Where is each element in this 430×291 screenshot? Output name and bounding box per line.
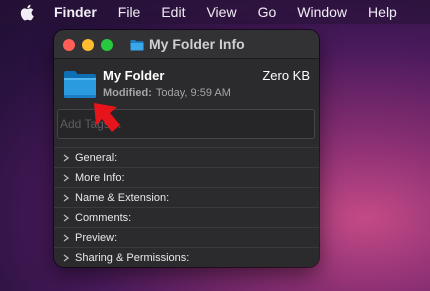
apple-menu-icon[interactable] (19, 3, 35, 21)
section-label: Preview: (75, 231, 118, 244)
disclosure-chevron-icon[interactable] (62, 193, 70, 202)
zoom-button[interactable] (101, 39, 113, 51)
menu-window[interactable]: Window (297, 4, 347, 20)
info-sections: General: More Info: Name & Extension: Co… (54, 147, 319, 267)
menu-file[interactable]: File (118, 4, 141, 20)
disclosure-chevron-icon[interactable] (62, 253, 70, 262)
disclosure-chevron-icon[interactable] (62, 153, 70, 162)
disclosure-chevron-icon[interactable] (62, 233, 70, 242)
section-more-info[interactable]: More Info: (54, 167, 319, 187)
section-label: Comments: (75, 211, 132, 224)
menu-finder[interactable]: Finder (54, 4, 97, 20)
modified-value: Today, 9:59 AM (155, 87, 231, 99)
section-label: More Info: (75, 171, 125, 184)
section-preview[interactable]: Preview: (54, 227, 319, 247)
menu-go[interactable]: Go (258, 4, 277, 20)
section-general[interactable]: General: (54, 147, 319, 167)
close-button[interactable] (63, 39, 75, 51)
red-arrow-annotation (92, 101, 132, 137)
info-window: My Folder Info My Folder Zero KB Modifie… (54, 30, 319, 267)
menu-help[interactable]: Help (368, 4, 397, 20)
disclosure-chevron-icon[interactable] (62, 173, 70, 182)
window-title-text: My Folder Info (149, 36, 245, 52)
section-comments[interactable]: Comments: (54, 207, 319, 227)
section-label: Sharing & Permissions: (75, 251, 190, 264)
section-label: Name & Extension: (75, 191, 170, 204)
folder-name: My Folder (103, 68, 165, 83)
menu-view[interactable]: View (206, 4, 236, 20)
modified-info: Modified: Today, 9:59 AM (103, 87, 231, 99)
minimize-button[interactable] (82, 39, 94, 51)
window-title: My Folder Info (130, 36, 245, 52)
title-bar[interactable]: My Folder Info (54, 30, 319, 59)
disclosure-chevron-icon[interactable] (62, 213, 70, 222)
section-name-extension[interactable]: Name & Extension: (54, 187, 319, 207)
section-label: General: (75, 151, 118, 164)
large-folder-icon[interactable] (63, 68, 97, 100)
folder-size: Zero KB (262, 68, 310, 83)
menu-bar: Finder File Edit View Go Window Help (0, 0, 430, 24)
section-sharing-permissions[interactable]: Sharing & Permissions: (54, 247, 319, 267)
modified-label: Modified: (103, 87, 152, 99)
menu-edit[interactable]: Edit (161, 4, 185, 20)
folder-icon (130, 38, 144, 51)
